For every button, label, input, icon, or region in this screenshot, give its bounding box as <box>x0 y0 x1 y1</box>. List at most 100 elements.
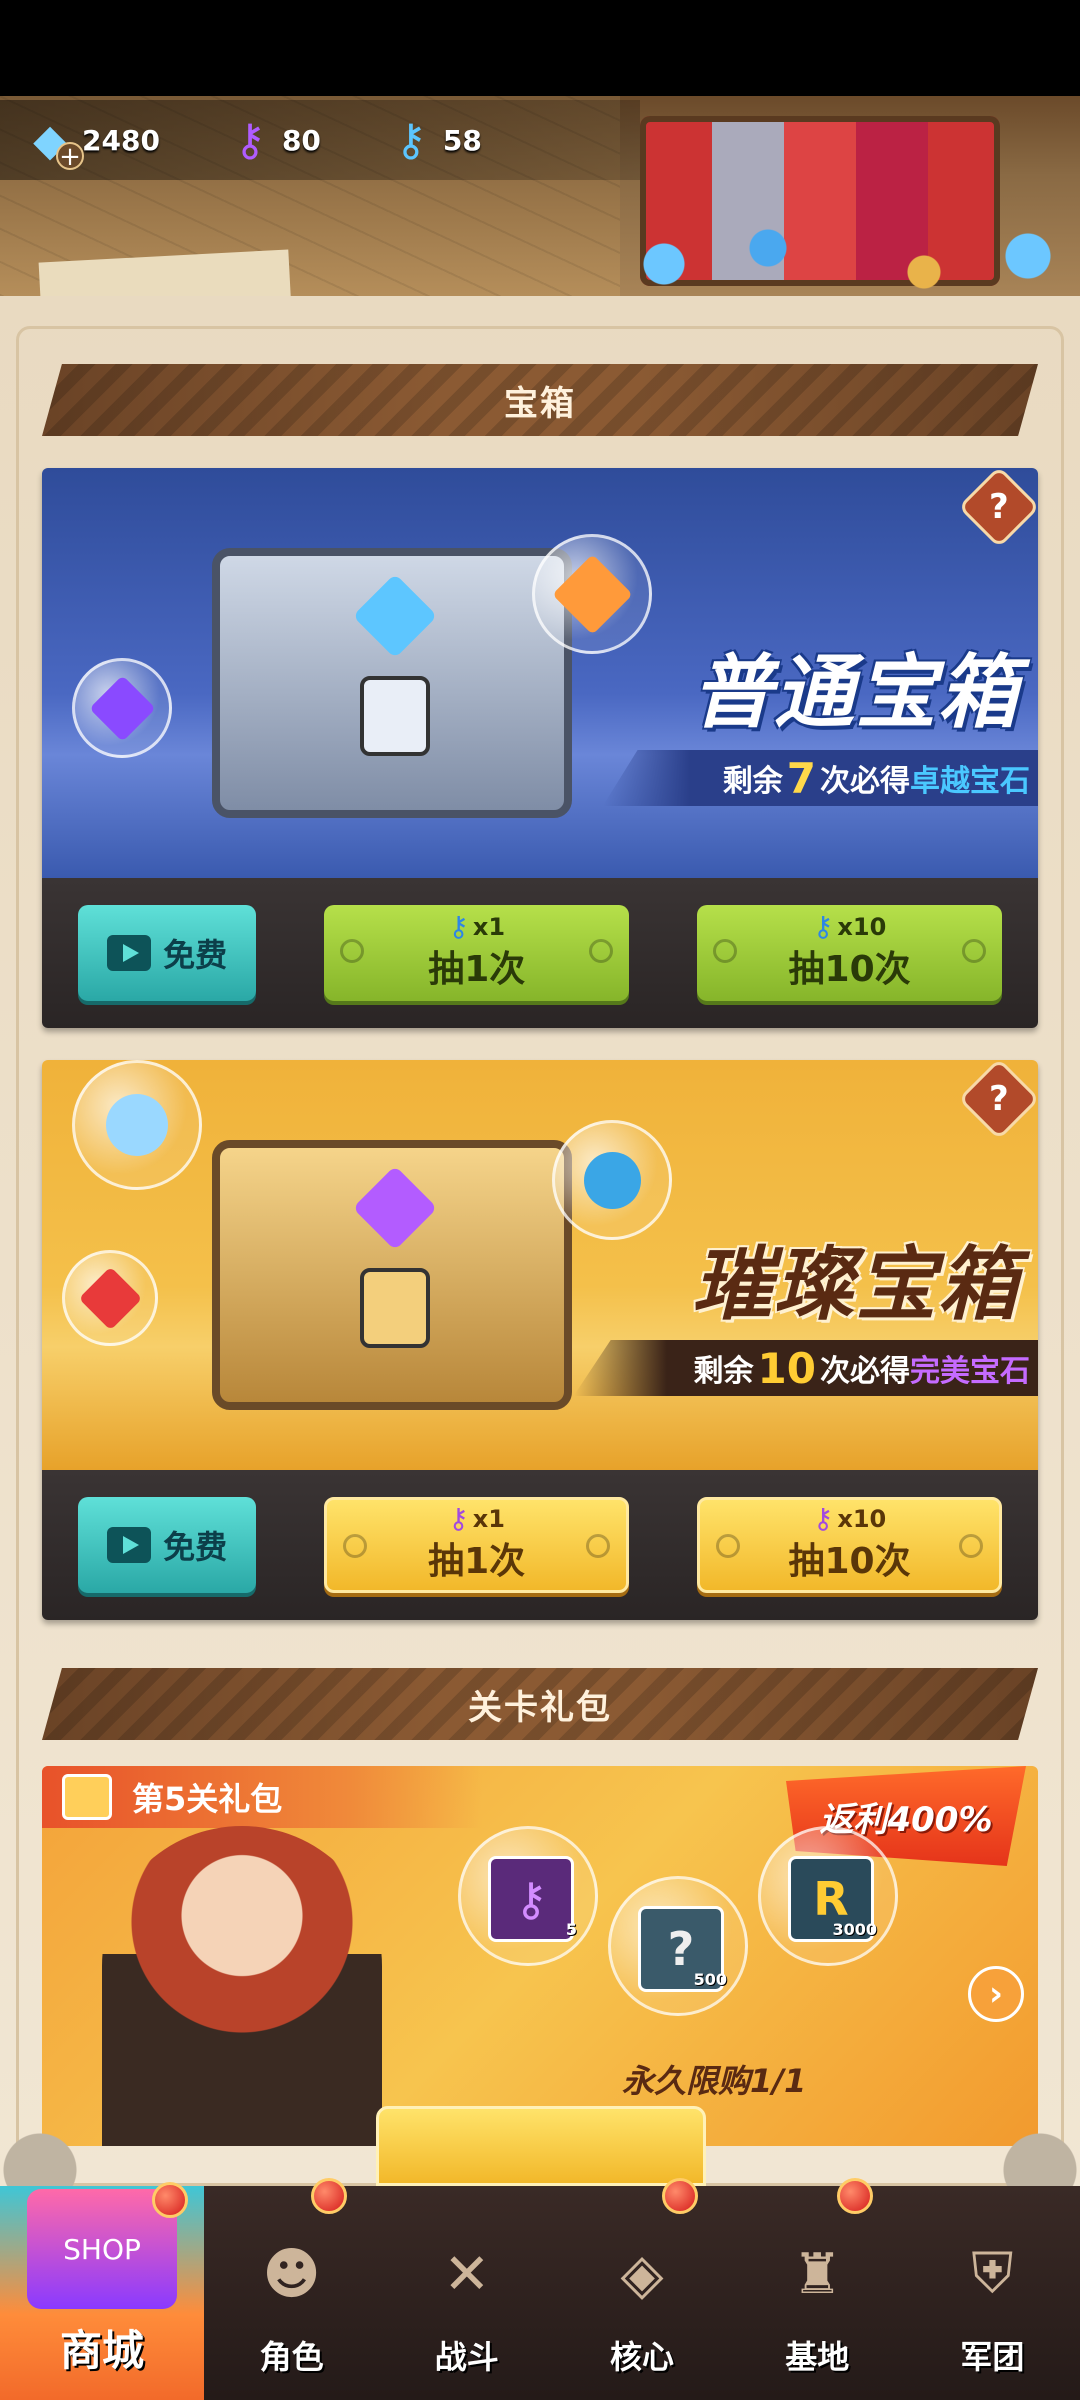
normal-chest-actions: 免费 ⚷ x1 抽1次 ⚷ x10 抽10次 <box>42 878 1038 1028</box>
notification-dot <box>661 2178 698 2214</box>
buy-button[interactable] <box>376 2106 706 2186</box>
chests-section-header: 宝箱 <box>42 364 1038 436</box>
normal-chest-card: ? 普通宝箱 剩余 7 次必得 卓越宝石 免费 ⚷ x1 抽1次 ⚷ x10 抽1 <box>42 468 1038 1028</box>
diamond-icon: ◆ + <box>18 108 84 172</box>
core-icon: ◈ <box>620 2241 664 2307</box>
notification-dot <box>311 2178 348 2214</box>
chest-gem-icon <box>352 573 438 659</box>
nav-legion[interactable]: ⛨ 军团 <box>905 2186 1080 2400</box>
disabled-icon <box>340 939 365 963</box>
nav-core[interactable]: ◈ 核心 <box>554 2178 729 2400</box>
normal-chest-art: ? 普通宝箱 剩余 7 次必得 卓越宝石 <box>42 468 1038 878</box>
purple-key-icon: ⚷ <box>488 1856 574 1942</box>
brilliant-chest-guarantee: 剩余 10 次必得 完美宝石 <box>573 1340 1038 1396</box>
draw-10-button[interactable]: ⚷ x10 抽10次 <box>697 905 1002 1001</box>
blue-key-counter: ⚷ 58 <box>379 108 482 172</box>
nav-label: 战斗 <box>434 2338 499 2376</box>
draw-1-button[interactable]: ⚷ x1 抽1次 <box>324 1497 630 1593</box>
purple-gem-bubble <box>72 658 172 758</box>
brilliant-chest-help-button[interactable]: ? <box>957 1060 1038 1141</box>
notification-dot <box>152 2182 188 2218</box>
normal-chest-title: 普通宝箱 <box>692 646 1020 739</box>
orange-gem-bubble <box>532 534 652 654</box>
draw-10-button[interactable]: ⚷ x10 抽10次 <box>697 1497 1002 1593</box>
brilliant-chest-title: 璀璨宝箱 <box>692 1238 1020 1331</box>
diamond-count: 2480 <box>82 123 160 157</box>
gift-item-gold-coin[interactable]: R 3000 <box>758 1826 898 1966</box>
draw-1-button[interactable]: ⚷ x1 抽1次 <box>324 905 630 1001</box>
video-ad-icon <box>107 935 152 971</box>
free-draw-button[interactable]: 免费 <box>78 1497 257 1593</box>
chest-gem-icon <box>352 1165 438 1251</box>
normal-chest-image <box>212 548 572 818</box>
character-icon: ☻ <box>262 2241 321 2307</box>
nav-label: 角色 <box>259 2338 324 2376</box>
legion-icon: ⛨ <box>971 2241 1014 2306</box>
gift-item-purple-key[interactable]: ⚷ 5 <box>458 1826 598 1966</box>
nav-label: 军团 <box>960 2338 1025 2376</box>
nav-base[interactable]: ♜ 基地 <box>730 2178 905 2400</box>
stage-gift-tag: 第5关礼包 <box>42 1766 482 1828</box>
next-arrow-icon[interactable]: › <box>968 1966 1024 2022</box>
disabled-icon <box>589 939 614 963</box>
nav-label: 基地 <box>785 2338 850 2376</box>
hero-bubble <box>72 1060 202 1190</box>
remaining-count: 7 <box>786 753 816 803</box>
chest-lock-icon <box>360 1268 430 1348</box>
gift-box-icon <box>62 1774 112 1820</box>
disabled-icon <box>343 1534 368 1558</box>
blue-key-icon: ⚷ <box>812 910 834 943</box>
gift-item-mystery-scroll[interactable]: ? 500 <box>608 1876 748 2016</box>
free-draw-button[interactable]: 免费 <box>78 905 257 1001</box>
stage-gift-section-header: 关卡礼包 <box>42 1668 1038 1740</box>
blue-key-icon: ⚷ <box>394 114 428 166</box>
purple-key-counter: ⚷ 80 <box>218 108 321 172</box>
brilliant-chest-card: ? 璀璨宝箱 剩余 10 次必得 完美宝石 免费 ⚷x1 抽1次 ⚷x10 <box>42 1060 1038 1620</box>
stage-gift-card[interactable]: 第5关礼包 返利400% ⚷ 5 ? 500 R 3000 永久限购1/1 › <box>42 1766 1038 2146</box>
section-title: 关卡礼包 <box>468 1687 612 1728</box>
purple-key-icon: ⚷ <box>233 114 267 166</box>
drone-bubble <box>552 1120 672 1240</box>
battle-icon: ✕ <box>443 2241 491 2307</box>
red-gem-bubble <box>62 1250 158 1346</box>
status-bar-area <box>0 0 1080 96</box>
bottom-nav: SHOP 商城 ☻ 角色 ✕ 战斗 ◈ 核心 ♜ 基地 ⛨ 军团 <box>0 2178 1080 2400</box>
nav-label: 核心 <box>610 2338 675 2376</box>
diamond-counter[interactable]: ◆ + 2480 <box>0 108 160 172</box>
section-title: 宝箱 <box>504 383 576 424</box>
nav-character[interactable]: ☻ 角色 <box>204 2178 379 2400</box>
item-quantity: 3000 <box>832 1920 877 1939</box>
disabled-icon <box>713 939 738 963</box>
heroine-portrait <box>102 1826 382 2146</box>
resource-bar: ◆ + 2480 ⚷ 80 ⚷ 58 <box>0 100 640 180</box>
disabled-icon <box>959 1534 983 1558</box>
banner-gems-art <box>560 216 1080 296</box>
purple-key-icon: ⚷ <box>448 1502 469 1535</box>
question-icon: ? <box>989 486 1009 527</box>
base-icon: ♜ <box>792 2241 843 2307</box>
nav-label: 商城 <box>59 2326 144 2375</box>
item-quantity: 5 <box>565 1920 577 1939</box>
disabled-icon <box>586 1534 611 1558</box>
nav-battle[interactable]: ✕ 战斗 <box>379 2186 554 2400</box>
purple-key-icon: ⚷ <box>812 1502 834 1535</box>
brilliant-chest-actions: 免费 ⚷ x1 抽1次 ⚷ x10 抽10次 <box>42 1470 1038 1620</box>
item-quantity: 500 <box>693 1970 727 1989</box>
guaranteed-reward: 完美宝石 <box>910 1354 1030 1389</box>
normal-chest-help-button[interactable]: ? <box>957 468 1038 549</box>
add-diamond-icon[interactable]: + <box>56 142 84 170</box>
purchase-limit: 永久限购1/1 <box>622 2062 807 2100</box>
purple-key-count: 80 <box>281 123 321 157</box>
question-icon: ? <box>989 1078 1009 1119</box>
nav-shop[interactable]: SHOP 商城 <box>0 2182 204 2400</box>
disabled-icon <box>716 1534 741 1558</box>
blue-key-count: 58 <box>442 123 482 157</box>
chest-lock-icon <box>360 676 430 756</box>
video-ad-icon <box>107 1527 152 1563</box>
brilliant-chest-art: ? 璀璨宝箱 剩余 10 次必得 完美宝石 <box>42 1060 1038 1470</box>
remaining-count: 10 <box>757 1343 816 1393</box>
brilliant-chest-image <box>212 1140 572 1410</box>
normal-chest-guarantee: 剩余 7 次必得 卓越宝石 <box>602 750 1038 806</box>
guaranteed-reward: 卓越宝石 <box>910 764 1030 799</box>
notification-dot <box>836 2178 873 2214</box>
